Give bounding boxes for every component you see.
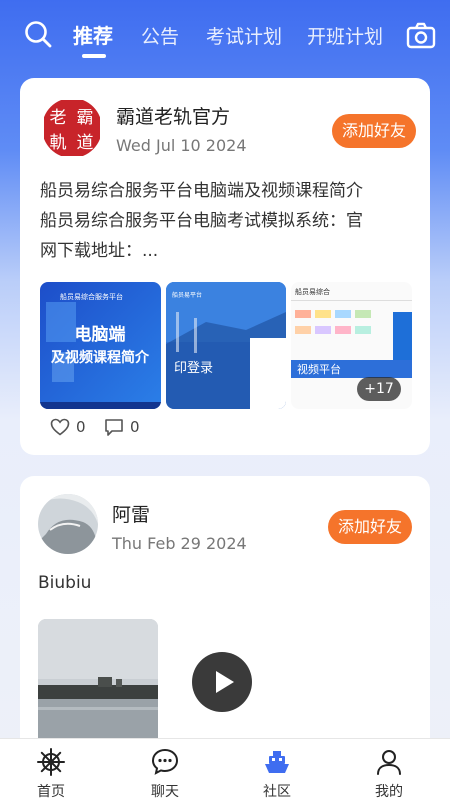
post-card[interactable]: 老 霸 軌 道 霸道老轨官方 Wed Jul 10 2024 添加好友 船员易综… <box>20 78 430 455</box>
like-count: 0 <box>76 418 86 436</box>
ship-icon <box>265 751 289 773</box>
comment-icon <box>105 419 123 436</box>
svg-text:及视频课程简介: 及视频课程简介 <box>51 349 150 366</box>
svg-text:道: 道 <box>77 133 94 153</box>
heart-icon <box>50 418 70 436</box>
author-name[interactable]: 霸道老轨官方 <box>116 102 230 129</box>
bottom-nav: 首页 聊天 社区 我的 <box>0 738 450 800</box>
tab-class-plan[interactable]: 开班计划 <box>307 22 383 49</box>
camera-icon[interactable] <box>406 22 436 49</box>
post-card[interactable]: 阿雷 Thu Feb 29 2024 添加好友 Biubiu <box>20 476 430 776</box>
search-icon[interactable] <box>24 20 52 48</box>
svg-text:船员易综合服务平台: 船员易综合服务平台 <box>60 292 123 301</box>
post-date: Wed Jul 10 2024 <box>116 136 247 155</box>
nav-label: 社区 <box>263 784 291 800</box>
svg-text:船员易平台: 船员易平台 <box>172 291 202 299</box>
more-images-badge[interactable]: +17 <box>357 377 401 401</box>
person-icon <box>377 750 401 775</box>
avatar[interactable]: 老 霸 軌 道 <box>42 98 102 158</box>
tab-announcements[interactable]: 公告 <box>141 22 179 49</box>
nav-label: 聊天 <box>151 784 179 800</box>
svg-text:老: 老 <box>50 108 67 128</box>
post-date: Thu Feb 29 2024 <box>112 534 247 553</box>
comment-count: 0 <box>130 418 140 436</box>
post-text-line: 船员易综合服务平台电脑考试模拟系统：官 <box>40 211 363 231</box>
post-text-line: Biubiu <box>38 573 92 593</box>
tab-exam-plan[interactable]: 考试计划 <box>206 22 282 49</box>
nav-home[interactable]: 首页 <box>6 739 96 800</box>
post-text[interactable]: Biubiu <box>38 568 418 598</box>
nav-profile[interactable]: 我的 <box>344 739 434 800</box>
post-image[interactable]: 船员易平台 印登录 <box>166 282 286 409</box>
like-button[interactable]: 0 <box>50 416 86 438</box>
author-name[interactable]: 阿雷 <box>112 500 150 527</box>
chat-bubble-icon <box>151 748 179 775</box>
nav-label: 首页 <box>37 784 65 800</box>
add-friend-button[interactable]: 添加好友 <box>332 114 417 148</box>
post-text-line: 网下载地址：... <box>40 241 159 261</box>
svg-text:印登录: 印登录 <box>174 361 213 376</box>
post-text-line: 船员易综合服务平台电脑端及视频课程简介 <box>40 181 363 201</box>
svg-text:视频平台: 视频平台 <box>297 362 341 376</box>
add-friend-button[interactable]: 添加好友 <box>328 510 413 544</box>
nav-chat[interactable]: 聊天 <box>120 739 210 800</box>
tab-recommend[interactable]: 推荐 <box>73 20 113 49</box>
post-image[interactable]: 船员易综合服务平台 电脑端 及视频课程简介 <box>40 282 161 409</box>
nav-community[interactable]: 社区 <box>232 739 322 800</box>
active-tab-indicator <box>82 54 106 58</box>
top-bar: 推荐 公告 考试计划 开班计划 <box>0 0 450 70</box>
nav-label: 我的 <box>375 784 403 800</box>
svg-text:軌: 軌 <box>50 133 67 153</box>
svg-text:电脑端: 电脑端 <box>75 324 126 345</box>
svg-text:船员易综合: 船员易综合 <box>295 287 330 296</box>
svg-text:霸: 霸 <box>77 108 94 128</box>
post-text[interactable]: 船员易综合服务平台电脑端及视频课程简介 船员易综合服务平台电脑考试模拟系统：官 … <box>40 176 420 266</box>
avatar[interactable] <box>38 494 98 554</box>
ship-wheel-icon <box>37 748 65 776</box>
play-icon <box>216 671 234 693</box>
play-button[interactable] <box>192 652 252 712</box>
comment-button[interactable]: 0 <box>104 416 140 438</box>
